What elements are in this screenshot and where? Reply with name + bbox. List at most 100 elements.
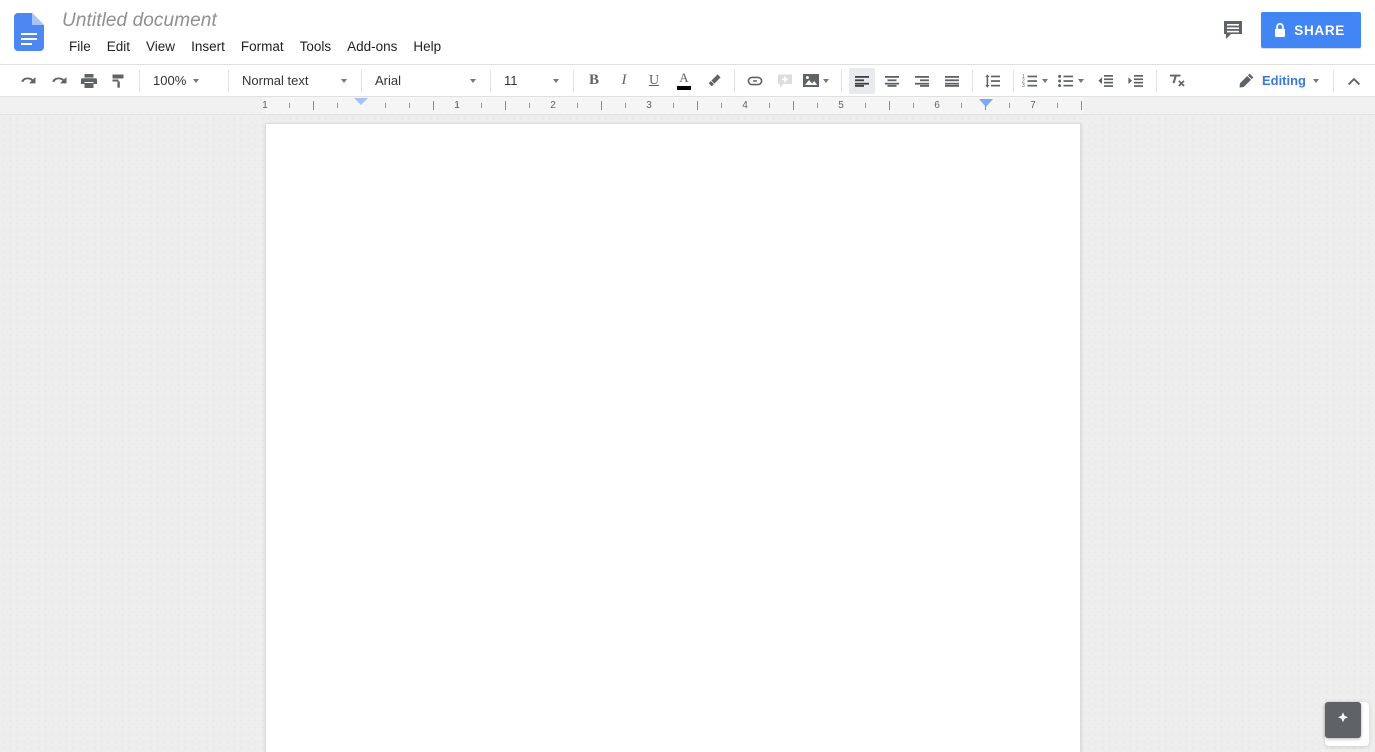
underline-label: U bbox=[649, 73, 659, 89]
ruler-number: 2 bbox=[546, 99, 560, 112]
ruler-number: 3 bbox=[642, 99, 656, 112]
add-comment-icon[interactable] bbox=[772, 68, 798, 94]
toolbar-group-text-format: B I U A bbox=[579, 68, 729, 94]
toolbar-divider bbox=[139, 70, 140, 92]
pencil-icon bbox=[1238, 72, 1255, 89]
insert-image-dropdown[interactable] bbox=[800, 68, 836, 94]
document-page[interactable] bbox=[265, 123, 1081, 752]
chevron-down-icon bbox=[1042, 79, 1048, 83]
chevron-up-icon[interactable] bbox=[1341, 68, 1367, 94]
paragraph-style-value: Normal text bbox=[242, 68, 308, 94]
editing-mode-dropdown[interactable]: Editing bbox=[1232, 68, 1328, 94]
menu-item-add-ons[interactable]: Add-ons bbox=[340, 36, 404, 58]
toolbar-group-insert bbox=[740, 68, 836, 94]
document-canvas bbox=[0, 115, 1375, 752]
right-indent-marker[interactable] bbox=[979, 99, 993, 107]
title-block: Untitled document bbox=[62, 8, 217, 34]
increase-indent-icon[interactable] bbox=[1123, 68, 1149, 94]
numbered-list-dropdown[interactable]: 123 bbox=[1019, 68, 1055, 94]
app-header: Untitled document File Edit View Insert … bbox=[0, 0, 1375, 64]
align-justify-icon[interactable] bbox=[939, 68, 965, 94]
clear-formatting-icon[interactable] bbox=[1164, 68, 1190, 94]
toolbar-divider bbox=[734, 70, 735, 92]
align-center-icon[interactable] bbox=[879, 68, 905, 94]
header-actions: SHARE bbox=[1217, 12, 1361, 48]
chevron-down-icon bbox=[823, 79, 829, 83]
ruler-number: 5 bbox=[834, 99, 848, 112]
ruler-number: 7 bbox=[1026, 99, 1040, 112]
text-color-label: A bbox=[679, 71, 688, 84]
toolbar-divider bbox=[361, 70, 362, 92]
toolbar-group-alignment bbox=[847, 68, 967, 94]
chevron-down-icon bbox=[470, 79, 476, 83]
bold-button[interactable]: B bbox=[581, 68, 607, 94]
ruler-number: 1 bbox=[450, 99, 464, 112]
toolbar-right-group: Editing bbox=[1232, 68, 1375, 94]
editing-mode-label: Editing bbox=[1262, 68, 1306, 94]
document-body[interactable] bbox=[266, 124, 1080, 268]
formatting-toolbar: 100% Normal text Arial 11 B I U A bbox=[0, 64, 1375, 97]
underline-button[interactable]: U bbox=[641, 68, 667, 94]
ruler-number: 6 bbox=[930, 99, 944, 112]
chevron-down-icon bbox=[1313, 79, 1319, 83]
share-button[interactable]: SHARE bbox=[1261, 12, 1361, 48]
italic-label: I bbox=[622, 72, 627, 89]
menu-item-view[interactable]: View bbox=[139, 36, 182, 58]
menu-item-tools[interactable]: Tools bbox=[293, 36, 339, 58]
zoom-dropdown[interactable]: 100% bbox=[145, 68, 223, 94]
explore-star-icon bbox=[1333, 709, 1353, 731]
toolbar-divider bbox=[972, 70, 973, 92]
docs-file-icon[interactable] bbox=[14, 13, 44, 51]
insert-image-icon bbox=[802, 73, 820, 88]
font-size-value: 11 bbox=[504, 68, 518, 94]
decrease-indent-icon[interactable] bbox=[1093, 68, 1119, 94]
menu-item-edit[interactable]: Edit bbox=[100, 36, 137, 58]
svg-text:3: 3 bbox=[1022, 83, 1025, 89]
redo-icon[interactable] bbox=[46, 68, 72, 94]
font-family-value: Arial bbox=[375, 68, 401, 94]
toolbar-divider bbox=[1333, 70, 1334, 92]
toolbar-divider bbox=[1156, 70, 1157, 92]
chevron-down-icon bbox=[193, 79, 199, 83]
undo-icon[interactable] bbox=[16, 68, 42, 94]
toolbar-divider bbox=[490, 70, 491, 92]
comment-icon[interactable] bbox=[1217, 13, 1251, 47]
highlight-pen-icon[interactable] bbox=[701, 68, 727, 94]
toolbar-divider bbox=[228, 70, 229, 92]
paragraph-style-dropdown[interactable]: Normal text bbox=[234, 68, 356, 94]
left-indent-marker[interactable] bbox=[354, 98, 368, 105]
line-spacing-icon[interactable] bbox=[980, 68, 1006, 94]
toolbar-divider bbox=[841, 70, 842, 92]
page-title[interactable]: Untitled document bbox=[62, 8, 217, 34]
font-family-dropdown[interactable]: Arial bbox=[367, 68, 485, 94]
toolbar-divider bbox=[573, 70, 574, 92]
numbered-list-icon: 123 bbox=[1021, 72, 1039, 90]
align-right-icon[interactable] bbox=[909, 68, 935, 94]
menu-item-format[interactable]: Format bbox=[234, 36, 291, 58]
explore-button-container bbox=[1325, 702, 1369, 746]
menu-item-help[interactable]: Help bbox=[406, 36, 448, 58]
zoom-value: 100% bbox=[153, 68, 186, 94]
explore-button[interactable] bbox=[1325, 702, 1361, 738]
lock-icon bbox=[1274, 23, 1286, 38]
horizontal-ruler[interactable]: 1 1 2 3 4 5 6 7 bbox=[0, 97, 1375, 115]
bold-label: B bbox=[589, 72, 599, 89]
italic-button[interactable]: I bbox=[611, 68, 637, 94]
print-icon[interactable] bbox=[76, 68, 102, 94]
insert-link-icon[interactable] bbox=[742, 68, 768, 94]
text-color-button[interactable]: A bbox=[671, 68, 697, 94]
toolbar-divider bbox=[1013, 70, 1014, 92]
align-left-icon[interactable] bbox=[849, 68, 875, 94]
ruler-number: 4 bbox=[738, 99, 752, 112]
menu-item-file[interactable]: File bbox=[62, 36, 98, 58]
menu-item-insert[interactable]: Insert bbox=[184, 36, 232, 58]
text-color-swatch bbox=[677, 86, 691, 90]
font-size-dropdown[interactable]: 11 bbox=[496, 68, 568, 94]
bulleted-list-icon bbox=[1057, 72, 1075, 90]
share-button-label: SHARE bbox=[1294, 23, 1345, 38]
bulleted-list-dropdown[interactable] bbox=[1055, 68, 1091, 94]
menu-bar: File Edit View Insert Format Tools Add-o… bbox=[62, 36, 450, 58]
chevron-down-icon bbox=[1078, 79, 1084, 83]
paint-format-icon[interactable] bbox=[106, 68, 132, 94]
chevron-down-icon bbox=[341, 79, 347, 83]
